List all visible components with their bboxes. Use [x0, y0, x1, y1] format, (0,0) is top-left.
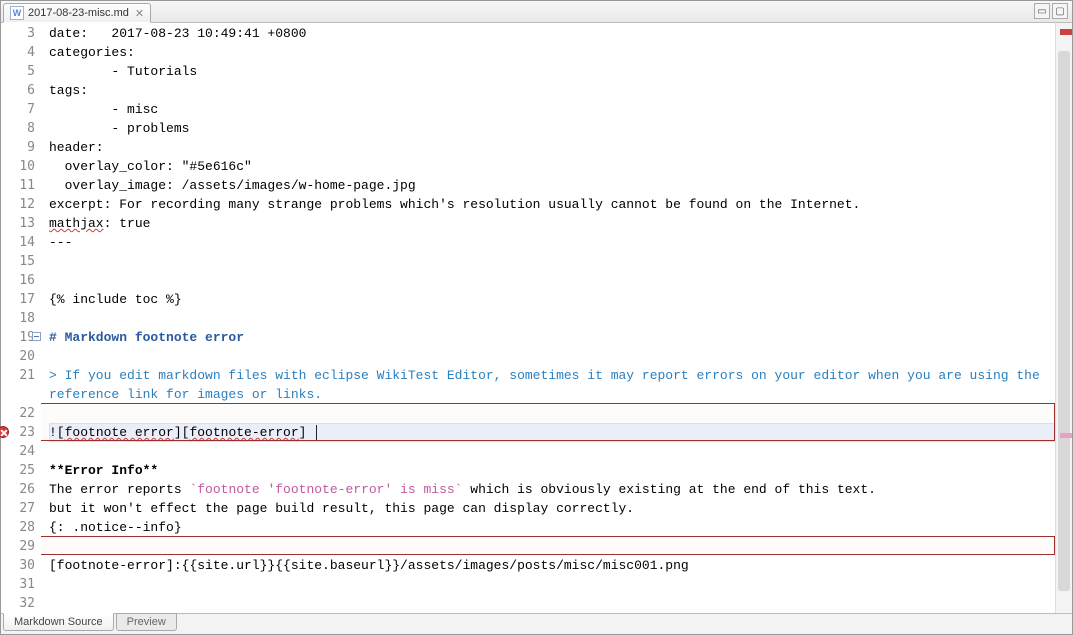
code-line[interactable]: --- [49, 233, 1055, 252]
tab-preview[interactable]: Preview [116, 613, 177, 631]
line-gutter: 3456789101112131415161718192021 22232425… [1, 23, 41, 613]
code-line[interactable]: # Markdown footnote error [49, 328, 1055, 347]
error-icon [0, 426, 9, 438]
overview-ruler[interactable] [1055, 23, 1072, 613]
code-line[interactable]: date: 2017-08-23 10:49:41 +0800 [49, 24, 1055, 43]
line-number: 24 [1, 442, 35, 461]
code-line[interactable]: categories: [49, 43, 1055, 62]
code-line[interactable]: **Error Info** [49, 461, 1055, 480]
line-number: 20 [1, 347, 35, 366]
line-number: 3 [1, 24, 35, 43]
editor-tab-bar: W 2017-08-23-misc.md ✕ ▭ ▢ [1, 1, 1072, 23]
code-line[interactable] [49, 537, 1055, 556]
code-line[interactable]: header: [49, 138, 1055, 157]
code-line[interactable]: overlay_color: "#5e616c" [49, 157, 1055, 176]
bottom-tab-bar: Markdown Source Preview [1, 613, 1072, 634]
line-number: 31 [1, 575, 35, 594]
overview-mark-error [1060, 29, 1072, 35]
editor: 3456789101112131415161718192021 22232425… [1, 23, 1072, 613]
line-number: 27 [1, 499, 35, 518]
code-line[interactable]: The error reports `footnote 'footnote-er… [49, 480, 1055, 499]
line-number: 26 [1, 480, 35, 499]
overview-mark-warning [1060, 433, 1072, 438]
fold-icon[interactable] [32, 332, 41, 341]
line-number: 12 [1, 195, 35, 214]
maximize-button[interactable]: ▢ [1052, 3, 1068, 19]
line-number: 18 [1, 309, 35, 328]
code-line[interactable]: {% include toc %} [49, 290, 1055, 309]
line-number: 6 [1, 81, 35, 100]
code-line[interactable] [49, 594, 1055, 613]
line-number: 5 [1, 62, 35, 81]
file-tab[interactable]: W 2017-08-23-misc.md ✕ [3, 3, 151, 23]
code-line[interactable]: - Tutorials [49, 62, 1055, 81]
line-number: 7 [1, 100, 35, 119]
line-number: 25 [1, 461, 35, 480]
code-line[interactable] [49, 271, 1055, 290]
code-line[interactable]: - problems [49, 119, 1055, 138]
text-cursor [316, 425, 325, 440]
minimize-button[interactable]: ▭ [1034, 3, 1050, 19]
line-number: 16 [1, 271, 35, 290]
code-line[interactable]: ![footnote error][footnote-error] [49, 423, 1055, 442]
line-number: 8 [1, 119, 35, 138]
code-line[interactable]: {: .notice--info} [49, 518, 1055, 537]
code-line[interactable]: tags: [49, 81, 1055, 100]
line-number: 9 [1, 138, 35, 157]
line-number: 21 [1, 366, 35, 385]
line-number: 19 [1, 328, 35, 347]
line-number: 17 [1, 290, 35, 309]
code-line[interactable]: - misc [49, 100, 1055, 119]
line-number: 10 [1, 157, 35, 176]
code-line[interactable] [49, 309, 1055, 328]
code-area[interactable]: date: 2017-08-23 10:49:41 +0800categorie… [41, 23, 1055, 613]
line-number: 15 [1, 252, 35, 271]
file-icon: W [10, 6, 24, 20]
line-number: 11 [1, 176, 35, 195]
line-number: 23 [1, 423, 35, 442]
line-number: 13 [1, 214, 35, 233]
tab-tools: ▭ ▢ [1034, 3, 1068, 19]
code-line[interactable] [49, 347, 1055, 366]
tab-filename: 2017-08-23-misc.md [28, 7, 129, 19]
code-line[interactable]: overlay_image: /assets/images/w-home-pag… [49, 176, 1055, 195]
code-line[interactable]: mathjax: true [49, 214, 1055, 233]
scrollbar-thumb[interactable] [1058, 51, 1070, 591]
code-line[interactable] [49, 404, 1055, 423]
line-number: 32 [1, 594, 35, 613]
code-line[interactable]: excerpt: For recording many strange prob… [49, 195, 1055, 214]
code-line[interactable]: [footnote-error]:{{site.url}}{{site.base… [49, 556, 1055, 575]
tab-markdown-source[interactable]: Markdown Source [3, 613, 114, 631]
line-number: 22 [1, 404, 35, 423]
code-line[interactable] [49, 575, 1055, 594]
line-number: 14 [1, 233, 35, 252]
close-icon[interactable]: ✕ [135, 7, 144, 20]
code-line[interactable]: but it won't effect the page build resul… [49, 499, 1055, 518]
line-number: 28 [1, 518, 35, 537]
line-number: 30 [1, 556, 35, 575]
code-line[interactable] [49, 252, 1055, 271]
code-line[interactable]: > If you edit markdown files with eclips… [49, 366, 1055, 404]
line-number: 29 [1, 537, 35, 556]
line-number: 4 [1, 43, 35, 62]
code-line[interactable] [49, 442, 1055, 461]
